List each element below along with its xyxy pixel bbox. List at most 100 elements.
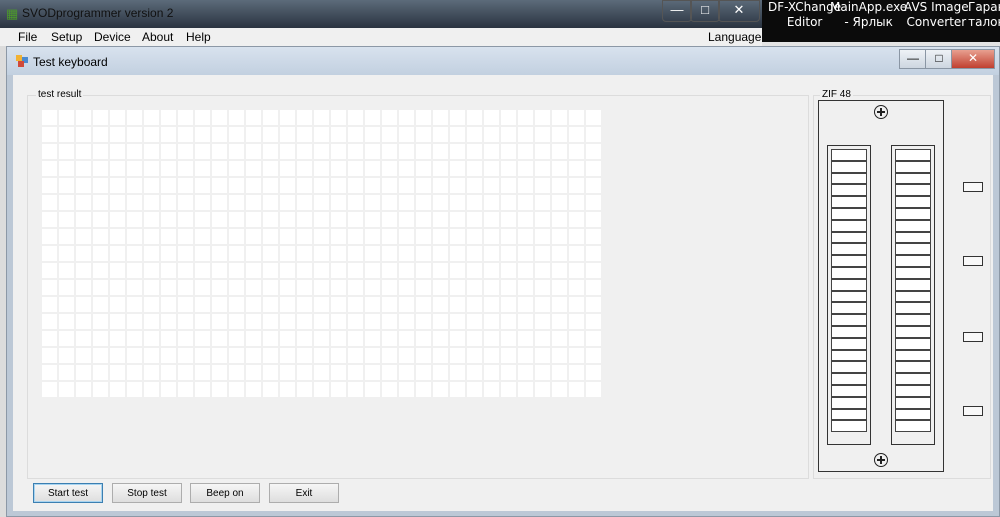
menu-file[interactable]: File — [18, 30, 37, 44]
key-cell — [161, 246, 176, 261]
dialog-titlebar[interactable]: Test keyboard — □ ✕ — [7, 47, 999, 75]
key-cell — [467, 110, 482, 125]
key-cell — [229, 280, 244, 295]
key-cell — [586, 144, 601, 159]
zif-pin — [831, 325, 867, 338]
key-cell — [144, 246, 159, 261]
key-cell — [263, 212, 278, 227]
menu-setup[interactable]: Setup — [51, 30, 82, 44]
desktop-icon-avs-image-converter[interactable]: AVS Image Converter — [904, 0, 969, 30]
key-cell — [246, 314, 261, 329]
key-cell — [263, 195, 278, 210]
maximize-button[interactable]: □ — [690, 0, 720, 22]
key-cell — [450, 229, 465, 244]
key-cell — [416, 314, 431, 329]
key-cell — [314, 144, 329, 159]
key-cell — [399, 280, 414, 295]
key-cell — [280, 348, 295, 363]
test-keyboard-dialog: Test keyboard — □ ✕ test result ZIF 48 S… — [6, 46, 1000, 517]
key-cell — [399, 178, 414, 193]
key-cell — [178, 297, 193, 312]
beep-on-button[interactable]: Beep on — [190, 483, 260, 503]
key-cell — [331, 161, 346, 176]
key-cell — [59, 110, 74, 125]
zif-pin — [895, 302, 931, 315]
key-cell — [144, 178, 159, 193]
key-cell — [518, 246, 533, 261]
zif-pin — [895, 349, 931, 362]
key-cell — [280, 178, 295, 193]
key-cell — [348, 229, 363, 244]
key-cell — [110, 382, 125, 397]
key-cell — [450, 348, 465, 363]
key-cell — [433, 382, 448, 397]
desktop-icon-mainapp[interactable]: MainApp.exe - Ярлык — [830, 0, 907, 30]
key-cell — [59, 178, 74, 193]
stop-test-button[interactable]: Stop test — [112, 483, 182, 503]
zif-pin — [831, 290, 867, 303]
key-cell — [314, 212, 329, 227]
main-titlebar[interactable]: ▦ SVODprogrammer version 2 — □ ✕ — [0, 0, 762, 28]
key-cell — [144, 144, 159, 159]
key-cell — [246, 178, 261, 193]
menu-language[interactable]: Language — [708, 30, 761, 44]
dialog-minimize-button[interactable]: — — [899, 49, 927, 69]
key-cell — [348, 195, 363, 210]
key-cell — [110, 314, 125, 329]
minimize-button[interactable]: — — [662, 0, 692, 22]
menu-device[interactable]: Device — [94, 30, 131, 44]
key-cell — [365, 382, 380, 397]
key-cell — [450, 263, 465, 278]
key-cell — [331, 195, 346, 210]
dialog-maximize-button[interactable]: □ — [925, 49, 953, 69]
key-cell — [314, 195, 329, 210]
key-cell — [161, 127, 176, 142]
zif-group: ZIF 48 — [813, 89, 991, 479]
key-cell — [501, 144, 516, 159]
key-cell — [212, 212, 227, 227]
key-cell — [518, 263, 533, 278]
indicator — [963, 406, 983, 416]
key-cell — [42, 280, 57, 295]
menu-about[interactable]: About — [142, 30, 173, 44]
key-cell — [586, 382, 601, 397]
key-cell — [212, 178, 227, 193]
desktop-icon-garant[interactable]: Гаран талон — [968, 0, 1000, 30]
indicator — [963, 332, 983, 342]
key-cell — [552, 348, 567, 363]
menu-bar: File Setup Device About Help Language — [0, 28, 762, 46]
zif-pin — [895, 160, 931, 173]
key-cell — [280, 144, 295, 159]
key-cell — [195, 195, 210, 210]
start-test-button[interactable]: Start test — [33, 483, 103, 503]
key-cell — [552, 161, 567, 176]
key-cell — [127, 348, 142, 363]
key-cell — [246, 246, 261, 261]
menu-help[interactable]: Help — [186, 30, 211, 44]
desktop-icon-label: Гаран — [968, 0, 1000, 14]
dialog-close-button[interactable]: ✕ — [951, 49, 995, 69]
exit-button[interactable]: Exit — [269, 483, 339, 503]
key-cell — [76, 365, 91, 380]
key-cell — [246, 212, 261, 227]
key-cell — [127, 365, 142, 380]
key-cell — [416, 263, 431, 278]
key-cell — [535, 263, 550, 278]
close-button[interactable]: ✕ — [718, 0, 760, 22]
zif-pin — [895, 337, 931, 350]
key-cell — [382, 365, 397, 380]
zif-pin — [895, 408, 931, 421]
key-cell — [93, 348, 108, 363]
key-cell — [76, 229, 91, 244]
key-cell — [586, 280, 601, 295]
key-cell — [195, 348, 210, 363]
key-cell — [518, 212, 533, 227]
key-cell — [501, 365, 516, 380]
key-cell — [314, 161, 329, 176]
key-cell — [331, 229, 346, 244]
key-cell — [331, 246, 346, 261]
key-cell — [161, 280, 176, 295]
key-cell — [42, 348, 57, 363]
key-cell — [399, 212, 414, 227]
key-cell — [178, 314, 193, 329]
